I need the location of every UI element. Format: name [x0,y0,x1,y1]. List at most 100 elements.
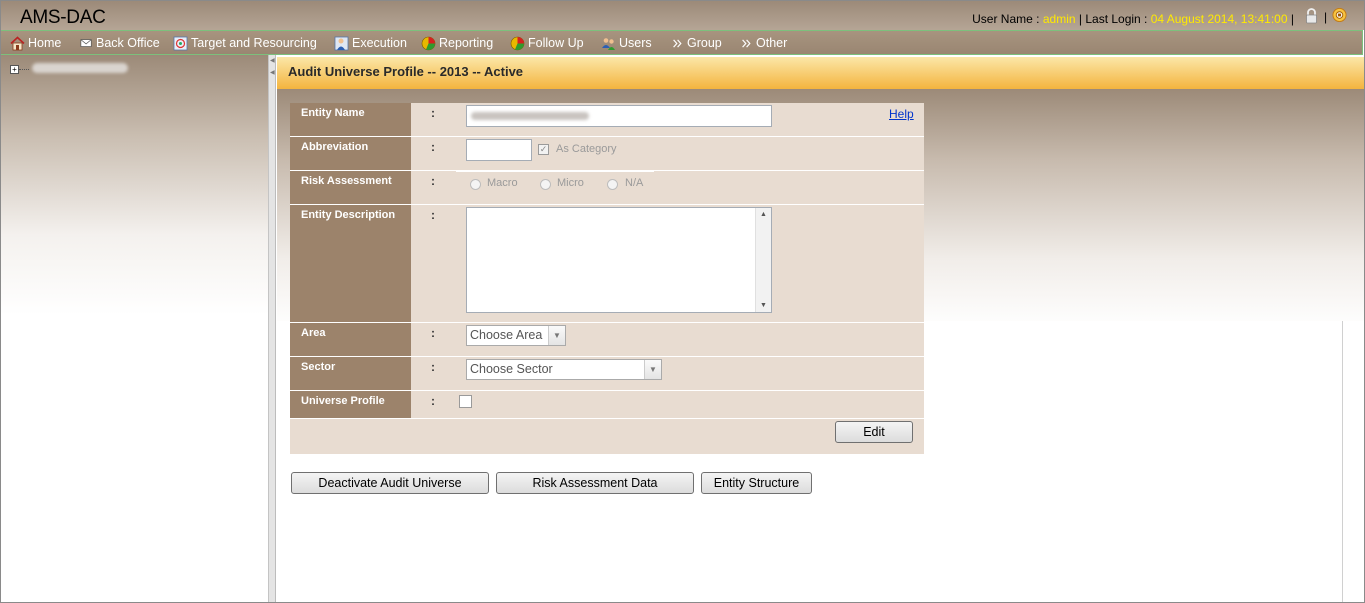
abbreviation-row: Abbreviation : ✓ As Category [290,137,924,171]
risk-micro-label: Micro [557,177,584,189]
risk-macro-radio[interactable] [470,179,481,190]
user-info: User Name : admin | Last Login : 04 Augu… [972,12,1294,26]
deactivate-audit-universe-button[interactable]: Deactivate Audit Universe [291,472,489,494]
area-select-value: Choose Area [470,328,543,342]
entity-name-row: Entity Name : Help [290,103,924,137]
menu-users[interactable]: Users [601,35,652,51]
menu-group-label: Group [687,36,722,50]
risk-na-label: N/A [625,177,644,189]
menu-users-label: Users [619,36,652,50]
tree-connector [19,69,29,70]
chevron-down-icon[interactable]: ▼ [644,360,661,379]
risk-na-radio[interactable] [607,179,618,190]
colon: : [431,106,435,120]
entity-name-label: Entity Name [290,103,411,136]
menu-execution-label: Execution [352,36,407,50]
menu-follow-up-label: Follow Up [528,36,584,50]
as-category-label: As Category [556,143,617,155]
menu-back-office[interactable]: Back Office [80,35,160,51]
entity-name-value-redacted [471,112,589,120]
scroll-down-icon[interactable]: ▼ [760,302,767,309]
colon: : [431,174,435,188]
menu-follow-up[interactable]: Follow Up [510,35,584,51]
person-icon [334,36,349,50]
risk-assessment-label: Risk Assessment [290,171,411,204]
universe-profile-row: Universe Profile : [290,391,924,419]
risk-assessment-data-button[interactable]: Risk Assessment Data [496,472,694,494]
menu-other-label: Other [756,36,788,50]
sector-label: Sector [290,357,411,390]
home-icon [10,35,25,50]
separator: | [1324,10,1328,24]
colon: : [431,360,435,374]
app-header: AMS-DAC User Name : admin | Last Login :… [1,1,1364,30]
entity-description-label: Entity Description [290,205,411,322]
risk-macro-label: Macro [487,177,518,189]
chevron-double-icon [742,39,751,47]
textarea-scrollbar[interactable]: ▲ ▼ [755,208,771,312]
universe-profile-label: Universe Profile [290,391,411,418]
last-login-value: 04 August 2014, 13:41:00 [1150,12,1288,26]
users-icon [602,37,615,50]
menu-target-resourcing[interactable]: Target and Resourcing [173,35,317,51]
sector-row: Sector : Choose Sector ▼ [290,357,924,391]
risk-micro-radio[interactable] [540,179,551,190]
area-row: Area : Choose Area ▼ [290,323,924,357]
pie-chart-icon [421,36,436,50]
menu-reporting[interactable]: Reporting [421,35,493,51]
entity-description-row: Entity Description : ▲ ▼ [290,205,924,323]
entity-form: Entity Name : Help Abbreviation : ✓ As C… [290,103,924,454]
menu-home[interactable]: Home [10,35,61,51]
abbreviation-input[interactable] [466,139,532,161]
content-scroll-gutter-top [1342,89,1364,321]
last-login-label: Last Login : [1085,12,1148,26]
collapse-left-icon[interactable]: ◀ [270,57,275,64]
sector-select[interactable]: Choose Sector ▼ [466,359,662,380]
user-name-value: admin [1042,12,1076,26]
menu-reporting-label: Reporting [439,36,494,50]
help-link[interactable]: Help [889,107,914,121]
envelope-icon [80,38,92,47]
area-select[interactable]: Choose Area ▼ [466,325,566,346]
area-label: Area [290,323,411,356]
tree-node-redacted[interactable] [32,63,128,73]
chevron-double-icon [673,39,682,47]
lock-icon[interactable] [1304,8,1319,24]
risk-assessment-row: Risk Assessment : Macro Micro N/A [290,171,924,205]
tree-expand-icon[interactable]: + [10,65,19,74]
pie-chart-icon [510,36,525,50]
target-icon [173,36,188,50]
entity-description-textarea[interactable]: ▲ ▼ [466,207,772,313]
user-name-label: User Name : [972,12,1040,26]
universe-profile-checkbox[interactable] [459,395,472,408]
menu-other[interactable]: Other [741,35,787,51]
entity-name-input[interactable] [466,105,772,127]
menu-group[interactable]: Group [672,35,722,51]
collapse-left-icon[interactable]: ◀ [270,69,275,76]
menu-home-label: Home [28,36,62,50]
colon: : [431,140,435,154]
chevron-down-icon[interactable]: ▼ [548,326,565,345]
sidebar-splitter[interactable]: ◀ ◀ [268,55,276,602]
page-title: Audit Universe Profile -- 2013 -- Active [288,64,524,79]
sidebar-tree: + [1,55,268,602]
menu-target-resourcing-label: Target and Resourcing [191,36,317,50]
menu-execution[interactable]: Execution [334,35,407,51]
separator: | [1290,12,1294,26]
app-title: AMS-DAC [20,7,106,28]
main-menu: Home Back Office Target and Resourcing E… [1,30,1363,55]
abbreviation-label: Abbreviation [290,137,411,170]
logout-icon[interactable] [1332,7,1347,23]
app-window: AMS-DAC User Name : admin | Last Login :… [0,0,1365,603]
separator: | [1078,12,1082,26]
colon: : [431,208,435,222]
menu-back-office-label: Back Office [96,36,160,50]
entity-structure-button[interactable]: Entity Structure [701,472,812,494]
page-title-bar: Audit Universe Profile -- 2013 -- Active [277,57,1364,89]
as-category-checkbox[interactable]: ✓ [538,144,549,155]
colon: : [431,394,435,408]
colon: : [431,326,435,340]
edit-button[interactable]: Edit [835,421,913,443]
sector-select-value: Choose Sector [470,362,553,376]
scroll-up-icon[interactable]: ▲ [760,211,767,218]
